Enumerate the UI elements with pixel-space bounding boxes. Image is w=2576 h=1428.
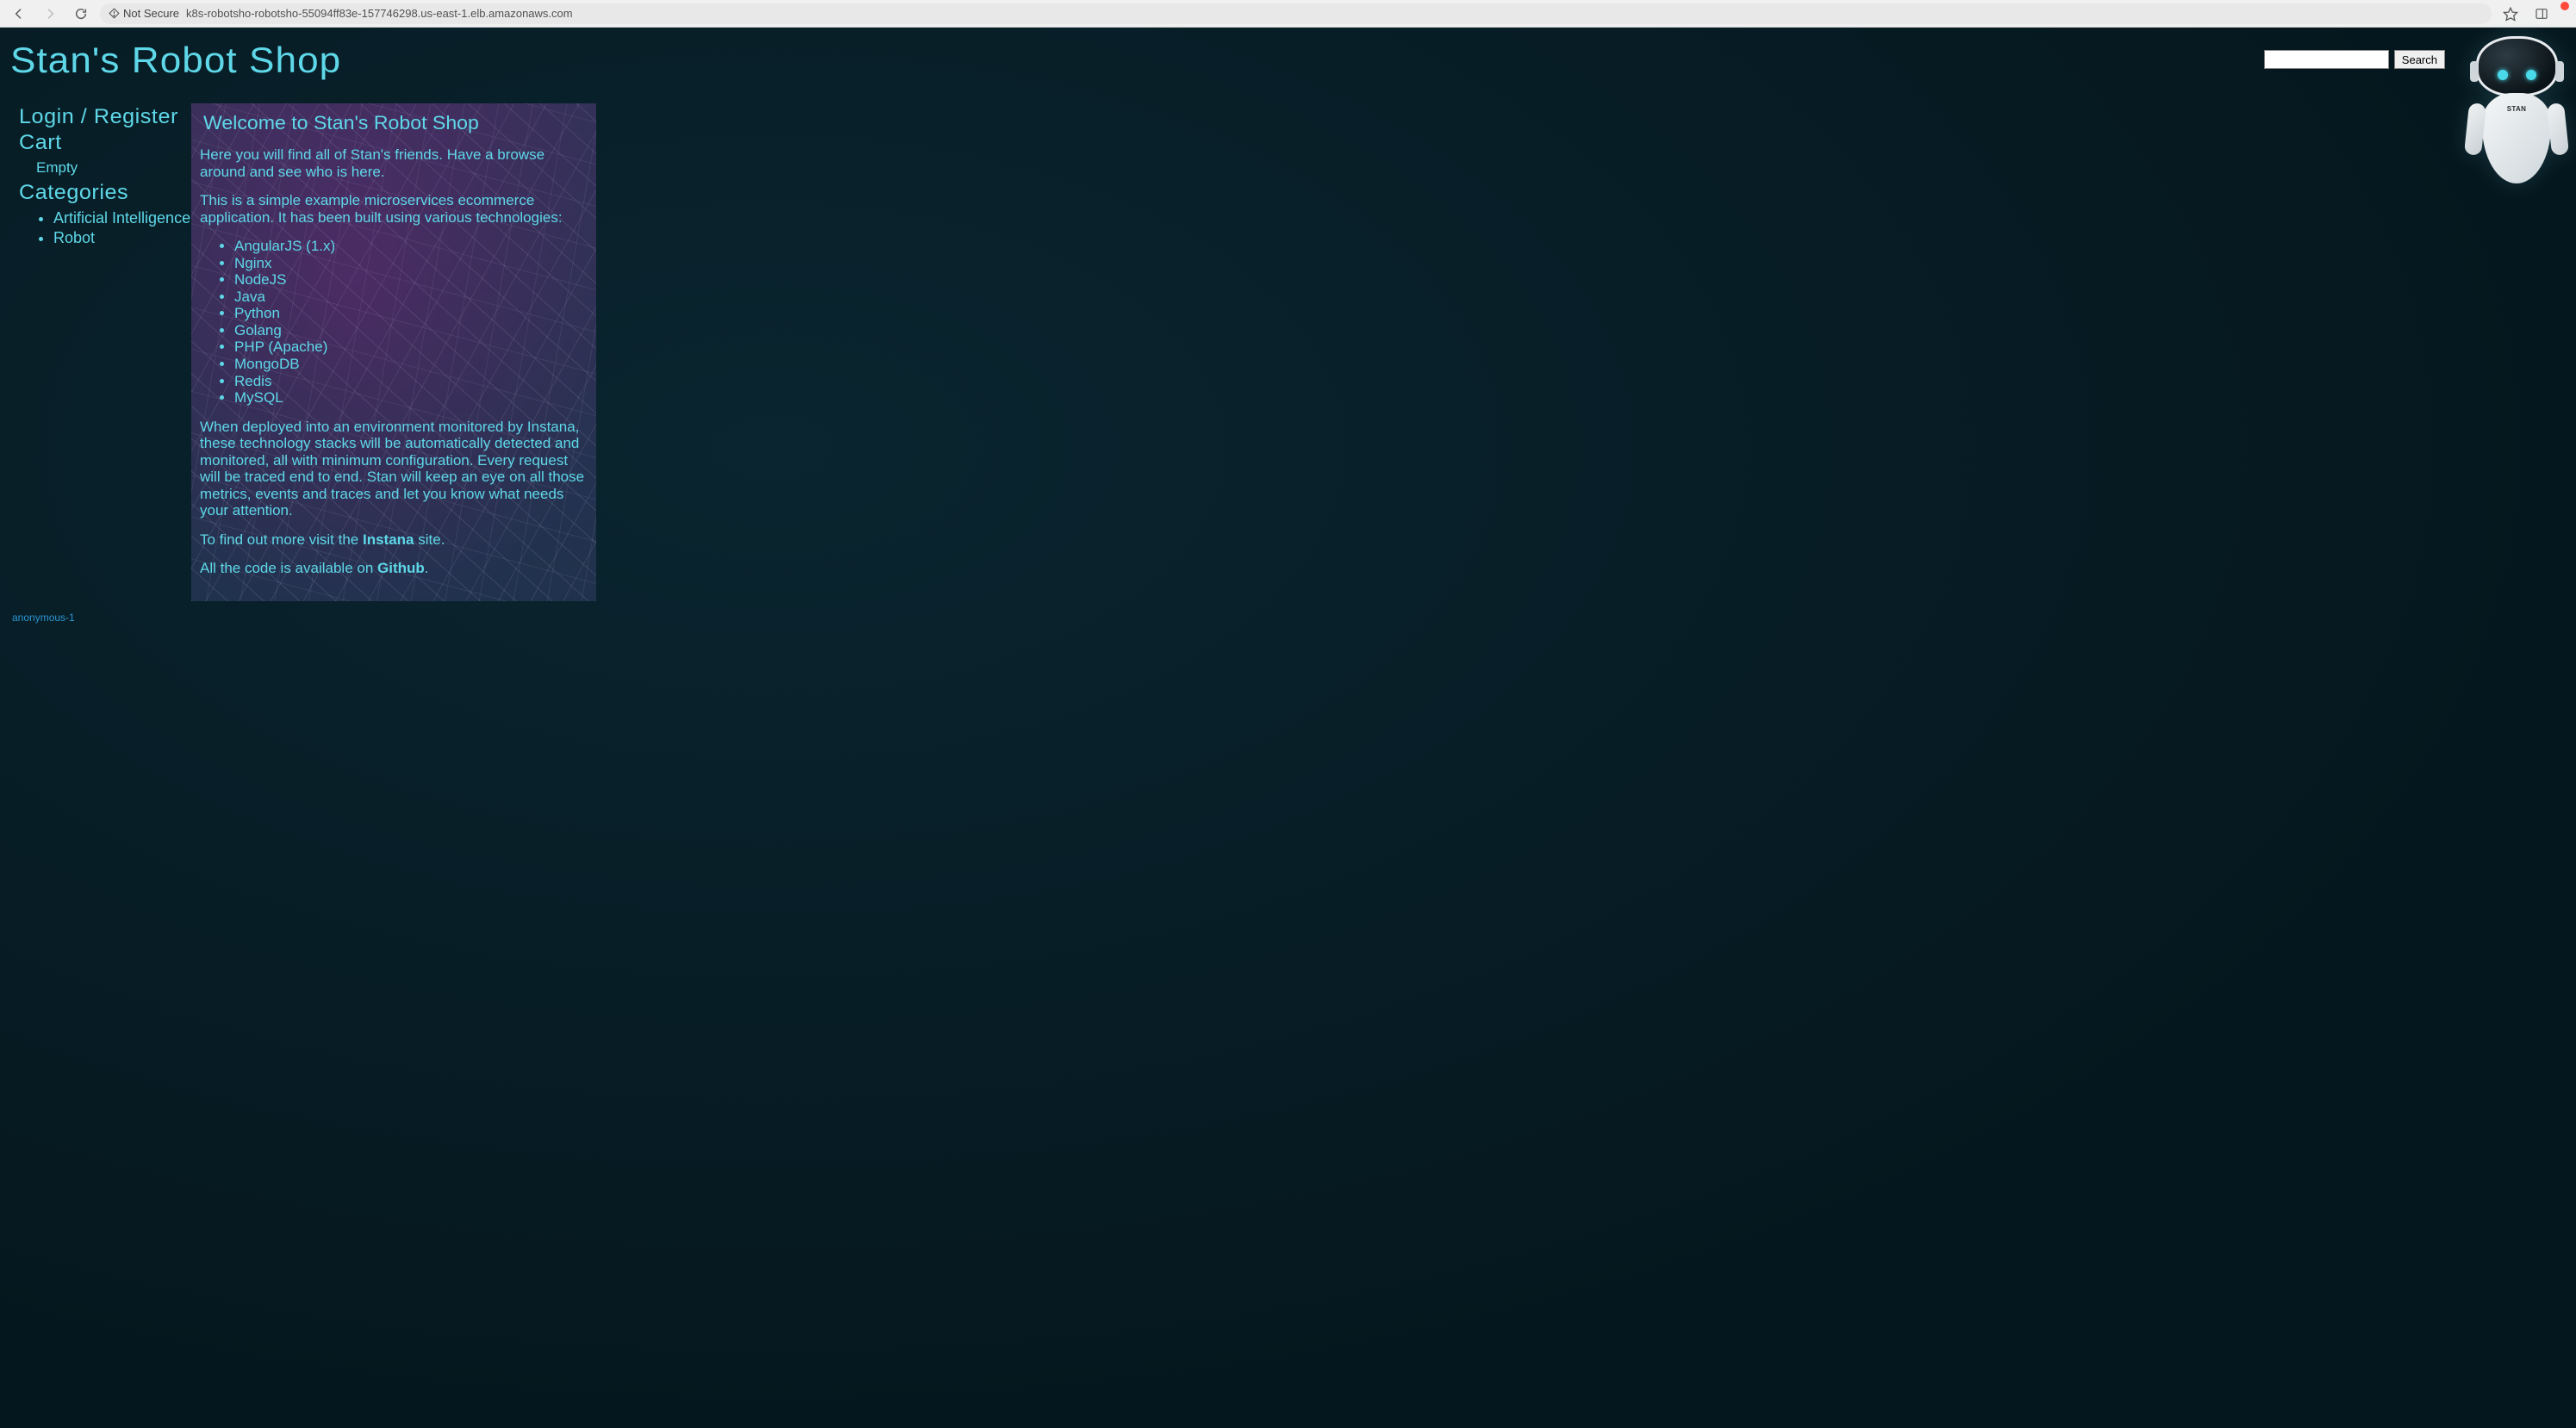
search-area: Search — [2264, 50, 2445, 69]
sidebar: Login / Register Cart Empty Categories A… — [10, 103, 191, 248]
security-badge: Not Secure — [109, 7, 179, 20]
categories-list: Artificial Intelligence Robot — [36, 208, 191, 249]
site-title: Stan's Robot Shop — [10, 40, 341, 81]
search-button[interactable]: Search — [2394, 50, 2445, 69]
monitor-text: When deployed into an environment monito… — [200, 419, 588, 519]
tech-item: NodeJS — [234, 271, 588, 289]
instana-link[interactable]: Instana — [363, 531, 414, 548]
url-bar[interactable]: Not Secure k8s-robotsho-robotsho-55094ff… — [100, 3, 2492, 24]
code-post: . — [425, 560, 429, 576]
window-indicator-icon — [2560, 2, 2569, 10]
user-id-footnote: anonymous-1 — [12, 612, 2566, 624]
tech-item: MySQL — [234, 389, 588, 407]
categories-heading: Categories — [19, 181, 200, 205]
tech-item: Java — [234, 289, 588, 306]
app-body: Stan's Robot Shop Search STAN Login / Re… — [0, 28, 2576, 1428]
back-button[interactable] — [7, 2, 31, 26]
robot-mascot-icon: STAN — [2461, 36, 2573, 221]
search-input[interactable] — [2264, 50, 2389, 69]
body-row: Login / Register Cart Empty Categories A… — [10, 103, 2566, 601]
code-line: All the code is available on Github. — [200, 560, 588, 577]
tech-item: PHP (Apache) — [234, 338, 588, 356]
more-post: site. — [414, 531, 445, 548]
bookmark-star-icon[interactable] — [2498, 2, 2523, 26]
desc-text: This is a simple example microservices e… — [200, 192, 588, 226]
more-pre: To find out more visit the — [200, 531, 363, 548]
welcome-title: Welcome to Stan's Robot Shop — [203, 112, 607, 134]
tech-item: Redis — [234, 373, 588, 390]
cart-status: Empty — [36, 157, 191, 179]
tech-item: Nginx — [234, 255, 588, 272]
mascot-label: STAN — [2507, 105, 2526, 113]
url-text: k8s-robotsho-robotsho-55094ff83e-1577462… — [186, 7, 573, 20]
category-item[interactable]: Robot — [53, 228, 191, 248]
security-label: Not Secure — [123, 7, 179, 20]
tech-item: Python — [234, 305, 588, 322]
tech-item: Golang — [234, 322, 588, 339]
side-panel-icon[interactable] — [2529, 2, 2554, 26]
forward-button[interactable] — [38, 2, 62, 26]
intro-text: Here you will find all of Stan's friends… — [200, 146, 588, 180]
tech-item: AngularJS (1.x) — [234, 238, 588, 255]
more-line: To find out more visit the Instana site. — [200, 531, 588, 549]
main-panel: Welcome to Stan's Robot Shop Here you wi… — [191, 103, 596, 601]
tech-item: MongoDB — [234, 356, 588, 373]
login-register-link[interactable]: Login / Register — [19, 105, 200, 129]
browser-toolbar: Not Secure k8s-robotsho-robotsho-55094ff… — [0, 0, 2576, 28]
github-link[interactable]: Github — [377, 560, 425, 576]
code-pre: All the code is available on — [200, 560, 377, 576]
cart-link[interactable]: Cart — [19, 131, 200, 155]
tech-list: AngularJS (1.x) Nginx NodeJS Java Python… — [200, 238, 588, 406]
reload-button[interactable] — [69, 2, 93, 26]
category-item[interactable]: Artificial Intelligence — [53, 208, 191, 228]
header: Stan's Robot Shop Search — [10, 36, 2566, 88]
